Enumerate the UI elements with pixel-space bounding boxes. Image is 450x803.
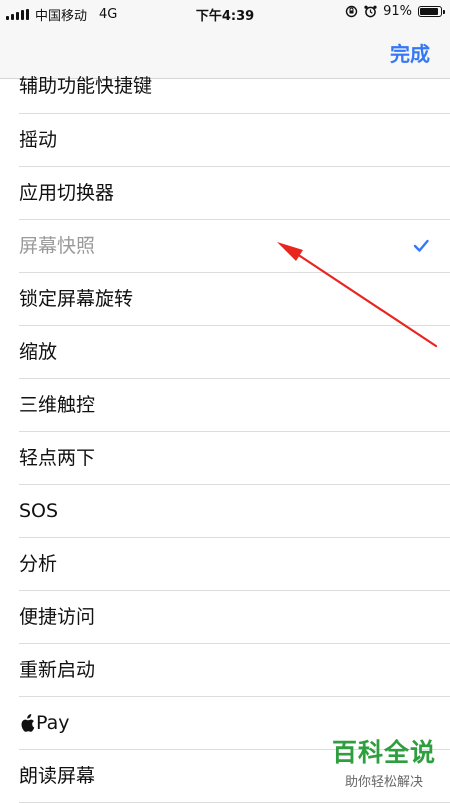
list-item-sos[interactable]: SOS [19,485,450,538]
apple-logo-icon [21,713,35,732]
status-right: 91% [345,4,445,19]
list-item-accessibility-shortcut[interactable]: 辅助功能快捷键 [19,60,450,114]
list-item-label: 朗读屏幕 [19,765,96,787]
list-item-label: 重新启动 [19,659,96,681]
list-item-label: 辅助功能快捷键 [19,75,153,97]
list-item-label: 三维触控 [19,394,96,416]
list-item-label: 摇动 [19,129,58,151]
list-item-label: 屏幕快照 [19,235,96,257]
shortcut-options-list: 辅助功能快捷键 摇动 应用切换器 屏幕快照 锁定屏幕旋转 缩放 三维触控 轻点两… [0,60,450,803]
list-item-restart[interactable]: 重新启动 [19,644,450,697]
list-item-label: 应用切换器 [19,182,115,204]
list-item-label: 锁定屏幕旋转 [19,288,134,310]
watermark-subtitle: 助你轻松解决 [344,775,423,790]
alarm-clock-icon [364,5,377,18]
list-item-reachability[interactable]: 便捷访问 [19,591,450,644]
list-item-lock-rotation[interactable]: 锁定屏幕旋转 [19,273,450,326]
battery-level-fill [420,8,439,15]
list-item-3d-touch[interactable]: 三维触控 [19,379,450,432]
list-item-double-tap[interactable]: 轻点两下 [19,432,450,485]
list-item-label: SOS [19,500,59,522]
rotation-lock-icon [345,5,358,18]
watermark-title: 百科全说 [331,738,436,767]
battery-icon [418,6,445,17]
list-item-screenshot[interactable]: 屏幕快照 [19,220,450,273]
list-item-app-switcher[interactable]: 应用切换器 [19,167,450,220]
list-item-label: 分析 [19,553,58,575]
list-item-label: 轻点两下 [19,447,96,469]
list-item-analytics[interactable]: 分析 [19,538,450,591]
battery-percent: 91% [383,4,412,19]
list-item-shake[interactable]: 摇动 [19,114,450,167]
list-item-label: 便捷访问 [19,606,96,628]
status-bar: 中国移动 4G 下午4:39 91% [0,0,450,26]
list-item-label: 缩放 [19,341,58,363]
list-item-zoom[interactable]: 缩放 [19,326,450,379]
watermark: 百科全说 助你轻松解决 [332,733,436,790]
list-item-label: Pay [36,712,70,734]
